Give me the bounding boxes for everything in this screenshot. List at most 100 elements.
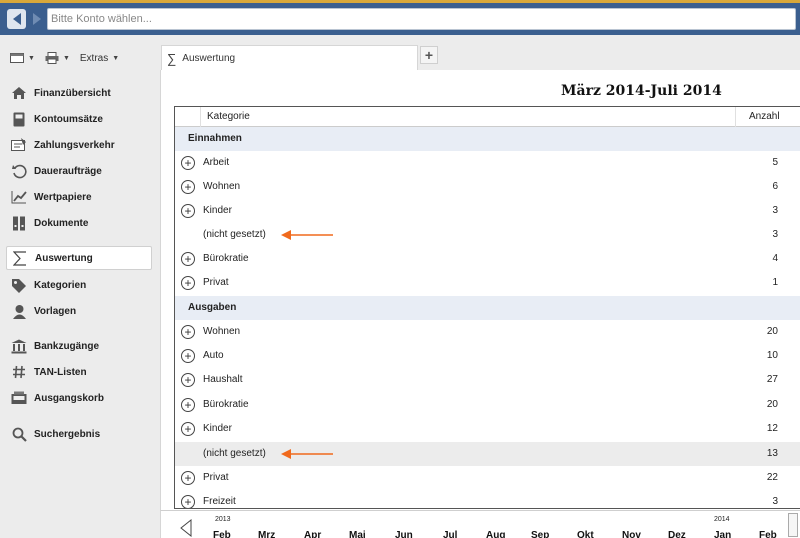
timeline-month[interactable]: Nov	[622, 530, 641, 538]
table-row[interactable]: (nicht gesetzt) 3	[175, 223, 800, 247]
timeline-range-handle[interactable]	[788, 513, 798, 537]
timeline-month[interactable]: Jan	[714, 530, 731, 538]
ledger-icon	[11, 111, 27, 127]
row-count: 3	[772, 229, 778, 240]
arrow-left-icon	[281, 449, 333, 459]
row-count: 6	[772, 181, 778, 192]
timeline-month[interactable]: Feb	[213, 530, 231, 538]
timeline-month[interactable]: Jul	[443, 530, 457, 538]
expand-icon[interactable]: +	[181, 398, 195, 412]
report-panel: März 2014-Juli 2014 Kategorie Anzahl Ein…	[160, 70, 800, 538]
row-category: Privat	[203, 277, 229, 288]
table-row[interactable]: + Kinder 12	[175, 417, 800, 441]
expand-icon[interactable]: +	[181, 276, 195, 290]
expand-icon[interactable]: +	[181, 471, 195, 485]
add-tab-button[interactable]: +	[420, 46, 438, 64]
sidebar-item-bankzugaenge[interactable]: Bankzugänge	[6, 334, 152, 358]
window-icon	[10, 53, 24, 63]
row-category: Privat	[203, 472, 229, 483]
sidebar-item-kategorien[interactable]: Kategorien	[6, 273, 152, 297]
expand-icon[interactable]: +	[181, 495, 195, 508]
table-row[interactable]: + Auto 10	[175, 344, 800, 368]
table-row[interactable]: + Arbeit 5	[175, 151, 800, 175]
timeline-month[interactable]: Sep	[531, 530, 549, 538]
timeline-year-start: 2013	[215, 516, 231, 523]
sidebar-item-auswertung[interactable]: Auswertung	[6, 246, 152, 270]
group-row-ausgaben: Ausgaben	[175, 296, 800, 320]
chevron-down-icon: ▼	[112, 54, 120, 62]
table-header: Kategorie Anzahl	[175, 107, 800, 127]
table-row[interactable]: + Kinder 3	[175, 199, 800, 223]
forward-button[interactable]	[27, 9, 46, 29]
table-row[interactable]: + Wohnen 20	[175, 320, 800, 344]
extras-menu-button[interactable]: Extras ▼	[80, 53, 119, 64]
sidebar-item-zahlungsverkehr[interactable]: Zahlungsverkehr	[6, 133, 152, 157]
view-menu-button[interactable]: ▼	[10, 53, 35, 63]
timeline-month[interactable]: Dez	[668, 530, 686, 538]
template-icon	[11, 303, 27, 319]
timeline-month[interactable]: Apr	[304, 530, 321, 538]
report-title: März 2014-Juli 2014	[561, 83, 722, 99]
table-row[interactable]: + Privat 22	[175, 466, 800, 490]
sidebar-item-dauerauftraege[interactable]: Daueraufträge	[6, 159, 152, 183]
group-label: Ausgaben	[188, 302, 237, 313]
row-count: 10	[766, 350, 778, 361]
expand-icon[interactable]: +	[181, 204, 195, 218]
table-row[interactable]: (nicht gesetzt) 13	[175, 442, 800, 466]
row-count: 13	[766, 448, 778, 459]
timeline-month[interactable]: Jun	[395, 530, 413, 538]
table-row[interactable]: + Privat 1	[175, 271, 800, 295]
expand-icon[interactable]: +	[181, 422, 195, 436]
sidebar-item-label: Kategorien	[34, 279, 87, 291]
expand-icon[interactable]: +	[181, 180, 195, 194]
expand-icon[interactable]: +	[181, 325, 195, 339]
sidebar-item-finanzuebersicht[interactable]: Finanzübersicht	[6, 81, 152, 105]
sidebar: ▼ ▼ Extras ▼ Finanzübersicht Kontoumsätz…	[0, 35, 160, 538]
tag-icon	[11, 277, 27, 293]
expand-icon[interactable]: +	[181, 373, 195, 387]
back-button[interactable]	[7, 9, 26, 29]
row-category: Wohnen	[203, 326, 241, 337]
column-header-anzahl[interactable]: Anzahl	[749, 111, 780, 122]
timeline-month[interactable]: Mrz	[258, 530, 275, 538]
timeline-month[interactable]: Feb	[759, 530, 777, 538]
transfer-icon	[11, 137, 27, 153]
sidebar-item-vorlagen[interactable]: Vorlagen	[6, 299, 152, 323]
arrow-left-icon	[281, 230, 333, 240]
expand-icon[interactable]: +	[181, 252, 195, 266]
print-menu-button[interactable]: ▼	[45, 52, 70, 64]
table-row[interactable]: + Bürokratie 4	[175, 247, 800, 271]
timeline-month[interactable]: Okt	[577, 530, 594, 538]
row-count: 27	[766, 374, 778, 385]
row-count: 12	[766, 423, 778, 434]
table-row[interactable]: + Bürokratie 20	[175, 393, 800, 417]
row-category: Bürokratie	[203, 253, 249, 264]
timeline-month[interactable]: Mai	[349, 530, 366, 538]
column-header-kategorie[interactable]: Kategorie	[207, 111, 250, 122]
sidebar-item-suchergebnis[interactable]: Suchergebnis	[6, 422, 152, 446]
row-count: 22	[766, 472, 778, 483]
expand-icon[interactable]: +	[181, 156, 195, 170]
row-count: 3	[772, 496, 778, 507]
table-row[interactable]: + Freizeit 3	[175, 490, 800, 508]
row-count: 1	[772, 277, 778, 288]
expand-icon[interactable]: +	[181, 349, 195, 363]
sidebar-item-kontoumsaetze[interactable]: Kontoumsätze	[6, 107, 152, 131]
table-row[interactable]: + Wohnen 6	[175, 175, 800, 199]
sidebar-item-ausgangskorb[interactable]: Ausgangskorb	[6, 386, 152, 410]
table-row[interactable]: + Haushalt 27	[175, 368, 800, 392]
sidebar-item-tan-listen[interactable]: TAN-Listen	[6, 360, 152, 384]
row-count: 5	[772, 157, 778, 168]
chevron-down-icon: ▼	[62, 54, 70, 62]
sidebar-item-wertpapiere[interactable]: Wertpapiere	[6, 185, 152, 209]
category-table: Kategorie Anzahl Einnahmen + Arbeit 5 + …	[174, 106, 800, 509]
group-row-einnahmen: Einnahmen	[175, 127, 800, 151]
sidebar-item-dokumente[interactable]: Dokumente	[6, 211, 152, 235]
timeline-back-icon[interactable]	[179, 519, 193, 537]
account-select-input[interactable]	[47, 8, 796, 30]
top-bar	[0, 0, 800, 35]
tab-auswertung[interactable]: ∑ Auswertung	[161, 45, 418, 70]
timeline-month[interactable]: Aug	[486, 530, 505, 538]
recurring-icon	[11, 163, 27, 179]
row-count: 4	[772, 253, 778, 264]
